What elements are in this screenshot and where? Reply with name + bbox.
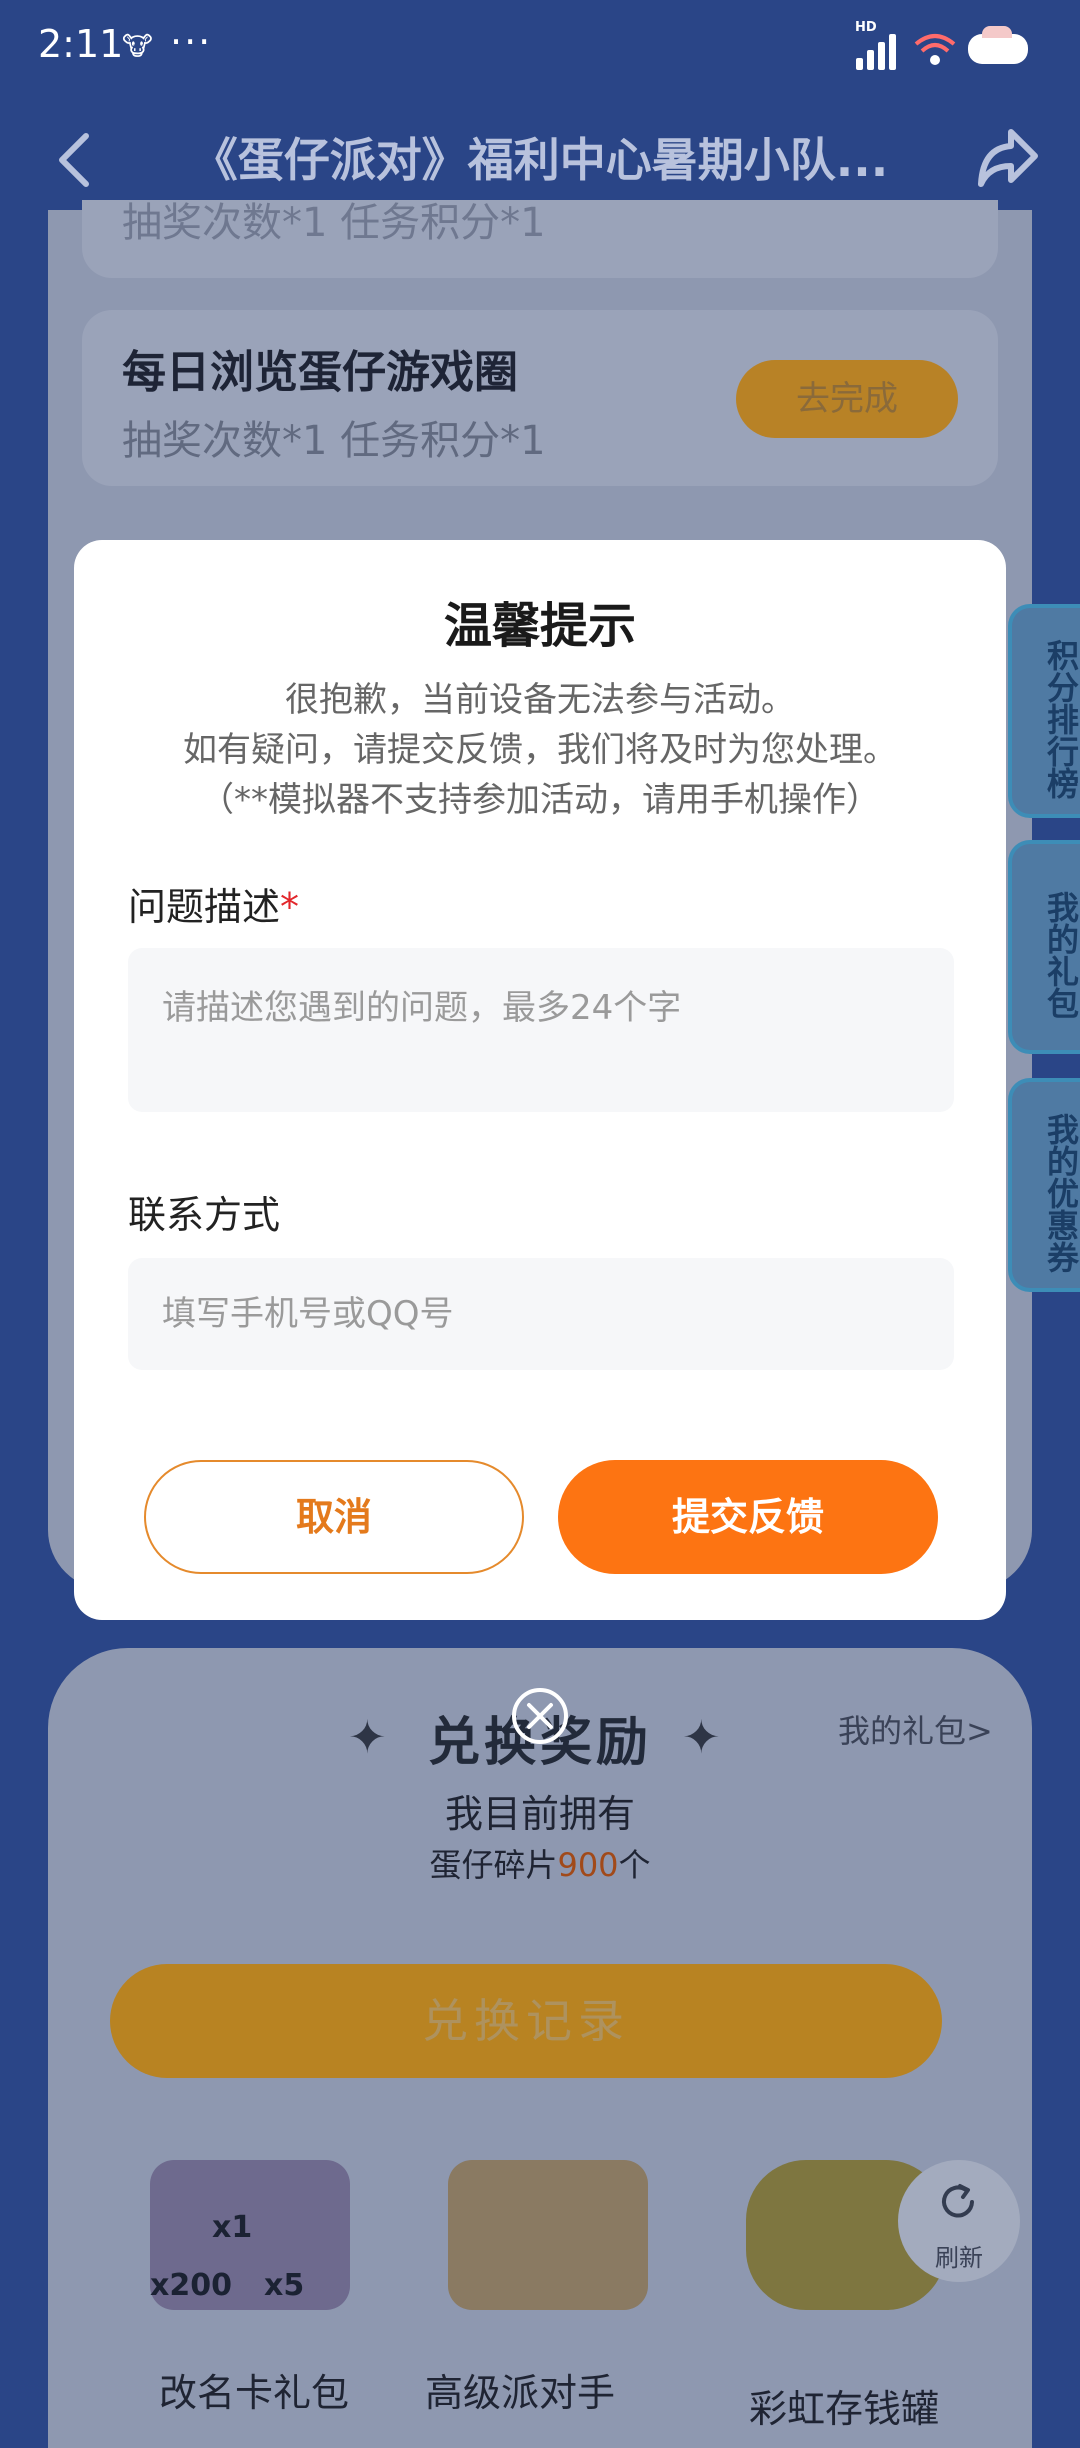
fragment-count: 蛋仔碎片900个 — [429, 1846, 651, 1884]
battery-icon — [968, 26, 1028, 64]
wifi-icon — [914, 34, 956, 65]
prize-label: 改名卡礼包 — [158, 2371, 349, 2415]
go-complete-button[interactable]: 去完成 — [736, 360, 958, 438]
tip-dialog: 温馨提示 很抱歉，当前设备无法参与活动。 如有疑问，请提交反馈，我们将及时为您处… — [74, 540, 1006, 1620]
dialog-message-line: 很抱歉，当前设备无法参与活动。 — [285, 680, 795, 720]
rename-card-prize-image: x1 x200 x5 — [150, 2160, 350, 2310]
refresh-button[interactable]: 刷新 — [898, 2160, 1020, 2282]
side-tab-leaderboard[interactable]: 积分排行榜 — [1008, 604, 1080, 818]
close-icon[interactable] — [510, 1686, 570, 1746]
status-time: 2:11 — [38, 22, 124, 66]
required-mark: * — [280, 885, 300, 929]
task-row: 每日浏览蛋仔游戏圈 抽奖次数*1 任务积分*1 去完成 — [82, 310, 998, 486]
more-notifications-icon: ··· — [170, 20, 213, 64]
cancel-button[interactable]: 取消 — [144, 1460, 524, 1574]
side-tab-my-gifts[interactable]: 我的礼包 — [1008, 840, 1080, 1054]
contact-input[interactable] — [128, 1258, 954, 1370]
prize-label: 彩虹存钱罐 — [748, 2387, 939, 2431]
share-icon[interactable] — [975, 122, 1039, 192]
own-label: 我目前拥有 — [444, 1792, 635, 1836]
task-row-partial: 抽奖次数*1 任务积分*1 — [82, 200, 998, 278]
party-prize-image — [448, 2160, 648, 2310]
dialog-message-line: 如有疑问，请提交反馈，我们将及时为您处理。 — [183, 730, 897, 770]
dialog-message-line: （**模拟器不支持参加活动，请用手机操作） — [200, 780, 880, 820]
problem-description-label: 问题描述* — [128, 885, 300, 929]
contact-label: 联系方式 — [128, 1193, 281, 1237]
status-bar: 2:11 🐮 ··· HD — [0, 0, 1080, 100]
refresh-icon — [942, 2184, 974, 2218]
exchange-history-button[interactable]: 兑换记录 — [110, 1964, 942, 2078]
task-title: 每日浏览蛋仔游戏圈 — [122, 347, 518, 398]
refresh-label: 刷新 — [935, 2244, 983, 2272]
page-title: 《蛋仔派对》福利中心暑期小队... — [191, 133, 889, 187]
chevron-left-icon[interactable] — [50, 130, 100, 190]
submit-feedback-button[interactable]: 提交反馈 — [558, 1460, 938, 1574]
app-notification-icon: 🐮 — [122, 32, 153, 62]
task-reward-text: 抽奖次数*1 任务积分*1 — [122, 418, 546, 464]
my-gifts-link[interactable]: 我的礼包> — [838, 1706, 993, 1752]
task-partial-sub: 抽奖次数*1 任务积分*1 — [122, 200, 546, 246]
sparkle-right-icon: ✦ — [682, 1710, 721, 1764]
signal-icon — [852, 24, 900, 70]
prize-label: 高级派对手 — [424, 2371, 615, 2415]
problem-description-input[interactable] — [128, 948, 954, 1112]
dialog-title: 温馨提示 — [443, 598, 636, 654]
side-tab-my-coupons[interactable]: 我的优惠券 — [1008, 1078, 1080, 1292]
